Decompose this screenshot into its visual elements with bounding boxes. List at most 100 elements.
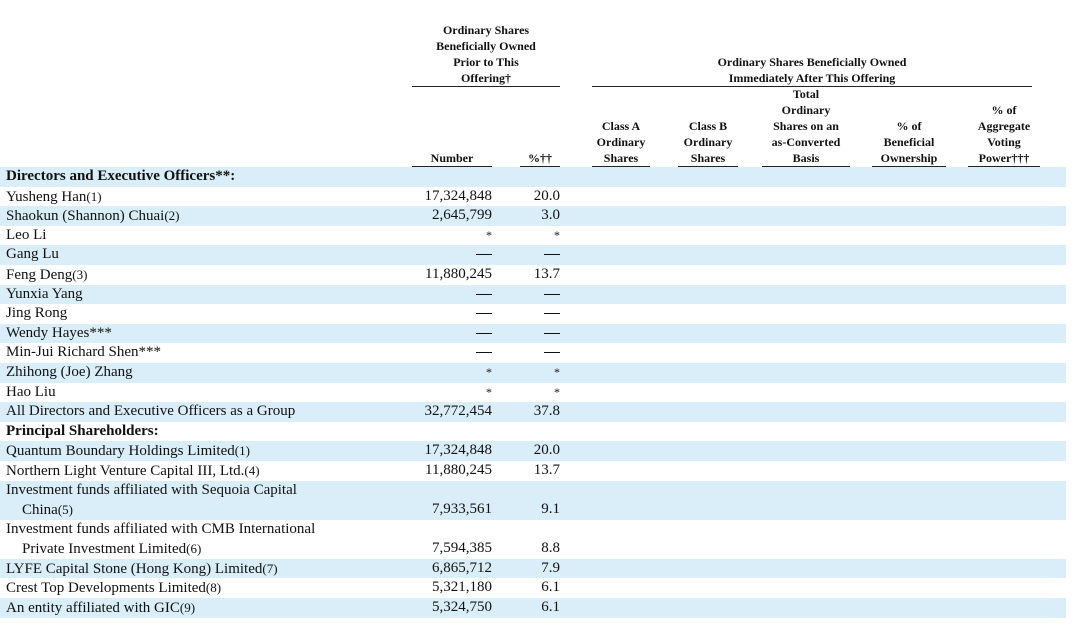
col-beneficial-line-1: % of xyxy=(896,119,922,133)
row-label-text: Quantum Boundary Holdings Limited xyxy=(6,443,235,460)
row-label-text: Zhihong (Joe) Zhang xyxy=(6,363,133,380)
shares-number-cell: 11,880,245 xyxy=(425,265,492,282)
section-header-row: Principal Shareholders: xyxy=(0,422,1066,442)
table-row: Wendy Hayes*** xyxy=(0,323,1066,344)
row-label: Northern Light Venture Capital III, Ltd.… xyxy=(6,461,260,482)
footnote-ref: (1) xyxy=(86,188,102,204)
table-row: Min-Jui Richard Shen*** xyxy=(0,343,1066,363)
shares-number-cell: 11,880,245 xyxy=(425,461,492,478)
row-label-text: An entity affiliated with GIC xyxy=(6,600,180,617)
row-label-text: Yunxia Yang xyxy=(6,285,83,302)
dash-mark xyxy=(544,254,560,256)
table-row: Investment funds affiliated with Sequoia… xyxy=(0,480,1066,520)
col-class-a-line-1: Class A xyxy=(601,119,641,133)
table-row: Jing Rong xyxy=(0,304,1066,324)
ownership-table-body: Directors and Executive Officers**: Yushe… xyxy=(0,167,1066,618)
table-row: An entity affiliated with GIC(9) 5,324,75… xyxy=(0,598,1066,618)
col-total-line-2: Ordinary xyxy=(781,103,831,117)
row-label: Zhihong (Joe) Zhang xyxy=(6,363,133,383)
row-label-text: LYFE Capital Stone (Hong Kong) Limited xyxy=(6,560,263,577)
row-label-text: Directors and Executive Officers**: xyxy=(6,168,236,184)
shares-percent-cell: 6.1 xyxy=(541,579,560,596)
shares-percent-cell: 6.1 xyxy=(541,599,560,616)
shares-percent-cell: 20.0 xyxy=(533,187,560,204)
asterisk-mark: * xyxy=(554,364,560,379)
row-label-text: Shaokun (Shannon) Chuai xyxy=(6,208,165,225)
col-header-total: Total Ordinary Shares on an as-Converted… xyxy=(762,86,850,166)
col-voting-line-4: Power††† xyxy=(978,151,1030,165)
row-label: Min-Jui Richard Shen*** xyxy=(6,343,161,363)
row-label-text: Leo Li xyxy=(6,226,47,243)
col-class-b-line-3: Shares xyxy=(690,151,726,165)
shares-number-cell: 7,933,561 xyxy=(432,501,492,518)
footnote-ref: (9) xyxy=(179,600,196,616)
shares-percent-cell: * xyxy=(510,383,560,403)
dash-mark xyxy=(476,352,492,354)
footnote-ref: (8) xyxy=(205,580,222,596)
table-row: Northern Light Venture Capital III, Ltd.… xyxy=(0,461,1066,481)
header-prior-line-3: Prior to This xyxy=(453,55,519,69)
table-row: Shaokun (Shannon) Chuai(2) 2,645,799 3.0 xyxy=(0,206,1066,226)
footnote-ref: (6) xyxy=(186,541,202,557)
dash-mark xyxy=(544,293,560,295)
shares-number-cell: * xyxy=(412,363,492,383)
row-label-line-2-text: Private Investment Limited xyxy=(22,541,187,558)
shares-percent-cell xyxy=(510,245,560,265)
row-label: Investment funds affiliated with CMB Int… xyxy=(6,520,315,560)
row-label-line-1: Investment funds affiliated with CMB Int… xyxy=(6,520,316,537)
row-label: Hao Liu xyxy=(6,383,56,403)
table-row: LYFE Capital Stone (Hong Kong) Limited(7… xyxy=(0,558,1066,580)
dash-mark xyxy=(544,352,560,354)
row-label: Leo Li xyxy=(6,226,46,246)
row-label: Wendy Hayes*** xyxy=(6,324,112,344)
col-class-a-line-3: Shares xyxy=(603,151,639,165)
col-total-line-3: Shares on an xyxy=(773,119,839,133)
row-label: Jing Rong xyxy=(6,304,67,324)
shares-percent-cell: 20.0 xyxy=(533,442,560,459)
row-label-text: Northern Light Venture Capital III, Ltd. xyxy=(6,462,245,479)
footnote-ref: (5) xyxy=(57,502,74,518)
dash-mark xyxy=(476,332,492,334)
shares-percent-cell: * xyxy=(510,363,560,383)
col-class-b-line-2: Ordinary xyxy=(683,135,733,149)
dash-mark xyxy=(544,313,560,315)
footnote-ref: (3) xyxy=(72,266,88,282)
table-row: Crest Top Developments Limited(8) 5,321,1… xyxy=(0,578,1066,598)
shares-number-cell: 5,324,750 xyxy=(432,599,492,616)
col-total-line-1: Total xyxy=(792,87,820,101)
col-header-class-b: Class B Ordinary Shares xyxy=(678,118,738,166)
shares-number-cell xyxy=(412,324,492,344)
row-label-text: Jing Rong xyxy=(6,305,68,322)
table-row: Feng Deng(3) 11,880,245 13.7 xyxy=(0,265,1066,285)
header-after-line-2: Immediately After This Offering xyxy=(728,71,896,85)
table-row: All Directors and Executive Officers as … xyxy=(0,402,1066,422)
row-label: Directors and Executive Officers**: xyxy=(6,167,235,187)
shares-number-cell: 2,645,799 xyxy=(432,207,492,224)
col-beneficial-line-3: Ownership xyxy=(880,151,938,165)
row-label-text: Principal Shareholders: xyxy=(6,422,159,439)
table-row: Yusheng Han(1) 17,324,848 20.0 xyxy=(0,187,1066,207)
shares-percent-cell: 13.7 xyxy=(533,461,560,478)
shares-percent-cell: 8.8 xyxy=(541,540,560,557)
row-label-line-1: Investment funds affiliated with Sequoia… xyxy=(6,481,297,498)
shares-number-cell: 32,772,454 xyxy=(424,403,493,420)
row-label: Yunxia Yang xyxy=(6,285,83,305)
footnote-ref: (7) xyxy=(262,560,278,576)
col-pct-label: %†† xyxy=(528,151,552,165)
footnote-ref: (2) xyxy=(164,208,180,224)
header-after-line-1: Ordinary Shares Beneficially Owned xyxy=(717,55,907,69)
row-label-line-2: Private Investment Limited(6) xyxy=(6,539,315,560)
col-header-class-a: Class A Ordinary Shares xyxy=(592,118,650,166)
shares-number-cell: 17,324,848 xyxy=(424,442,493,459)
header-prior-line-4: Offering† xyxy=(461,71,511,85)
table-row: Investment funds affiliated with CMB Int… xyxy=(0,520,1066,559)
row-label: All Directors and Executive Officers as … xyxy=(6,402,295,422)
asterisk-mark: * xyxy=(486,227,492,242)
row-label: LYFE Capital Stone (Hong Kong) Limited(7… xyxy=(6,559,278,580)
table-row: Yunxia Yang xyxy=(0,284,1066,305)
header-after-offering: Ordinary Shares Beneficially Owned Immed… xyxy=(592,54,1032,86)
col-header-number: Number xyxy=(412,150,492,166)
shares-number-cell: * xyxy=(412,383,492,403)
asterisk-mark: * xyxy=(554,384,560,399)
shares-number-cell: * xyxy=(412,226,492,246)
